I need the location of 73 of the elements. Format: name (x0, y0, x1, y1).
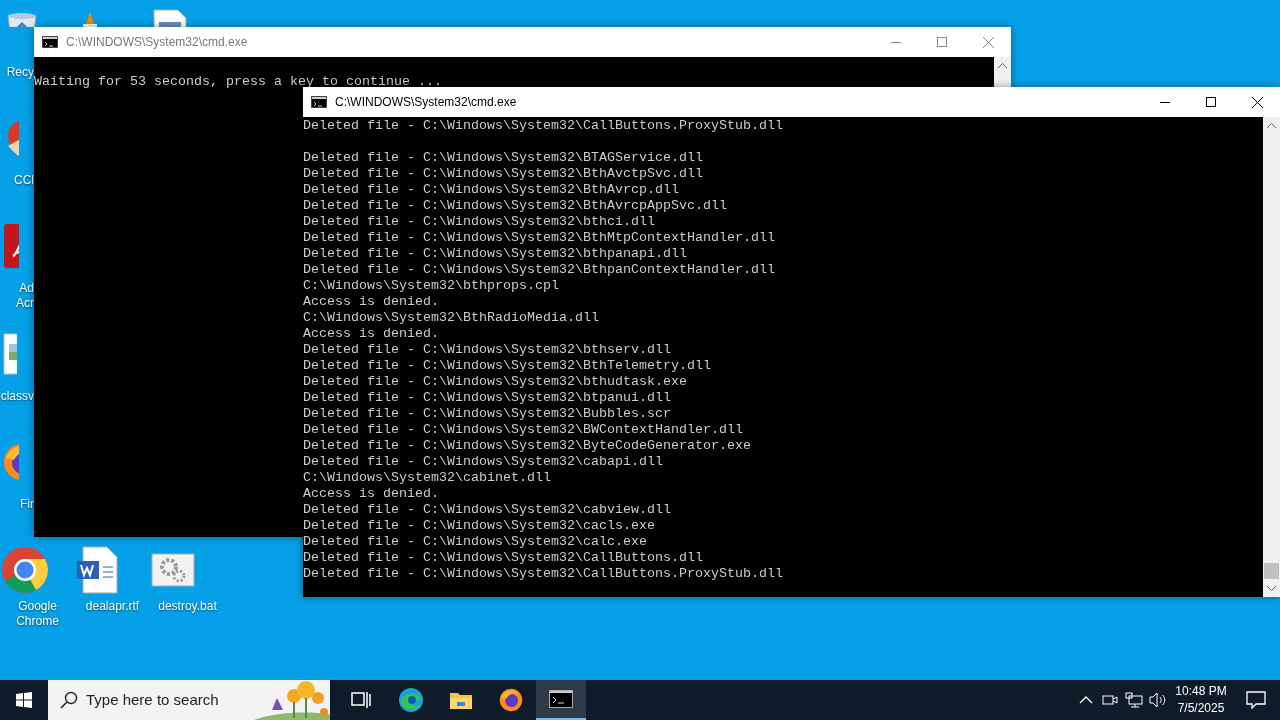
console-icon (42, 36, 58, 48)
close-icon (982, 36, 994, 48)
clock[interactable]: 10:48 PM 7/5/2025 (1170, 680, 1232, 720)
icon-label[interactable]: Recy (0, 65, 34, 80)
time-text: 10:48 PM (1174, 683, 1228, 700)
console-line: Deleted file - C:\Windows\System32\BTAGService.dll (303, 150, 703, 165)
search-icon (60, 691, 78, 709)
console-line: Access is denied. (303, 294, 439, 309)
console-line: Deleted file - C:\Windows\System32\CallButtons.ProxyStub.dll (303, 566, 783, 581)
scroll-up-icon[interactable] (998, 63, 1007, 68)
console-line: Deleted file - C:\Windows\System32\cabapi.dll (303, 454, 663, 469)
console-line: Deleted file - C:\Windows\System32\ByteCodeGenerator.exe (303, 438, 751, 453)
scroll-up-icon[interactable] (1267, 123, 1276, 128)
date-text: 7/5/2025 (1176, 700, 1226, 717)
search-field[interactable]: Type here to search (48, 680, 330, 720)
search-input[interactable]: Type here to search (84, 687, 254, 713)
console-line: C:\Windows\System32\BthRadioMedia.dll (303, 310, 599, 325)
console-line: Deleted file - C:\Windows\System32\BthMtpContextHandler.dll (303, 230, 775, 245)
window-title: C:\WINDOWS\System32\cmd.exe (66, 34, 249, 51)
console-icon (549, 690, 573, 708)
chevron-up-icon[interactable] (1079, 696, 1093, 704)
speech-bubble-icon (1246, 691, 1266, 709)
console-line: Deleted file - C:\Windows\System32\bthci.dll (303, 214, 655, 229)
word-document-icon[interactable] (75, 545, 119, 595)
icon-label[interactable]: CCl (0, 173, 34, 188)
edge-icon (398, 687, 424, 713)
network-icon[interactable] (1125, 692, 1143, 708)
console-line: C:\Windows\System32\bthprops.cpl (303, 278, 559, 293)
windows-logo-icon (16, 692, 32, 708)
camera-icon[interactable] (1102, 692, 1118, 708)
console-line: Deleted file - C:\Windows\System32\BthpanContextHandler.dll (303, 262, 775, 277)
icon-label[interactable]: Google Chrome (0, 599, 75, 629)
console-line: Deleted file - C:\Windows\System32\BthAvrcpAppSvc.dll (303, 198, 727, 213)
firefox-icon (498, 687, 524, 713)
maximize-icon (937, 37, 947, 47)
scroll-down-icon[interactable] (1267, 586, 1276, 591)
console-line: Deleted file - C:\Windows\System32\Bubbles.scr (303, 406, 671, 421)
window-title: C:\WINDOWS\System32\cmd.exe (335, 94, 518, 111)
image-file-icon[interactable] (0, 332, 17, 376)
icon-label[interactable]: dealapr.rtf (85, 599, 140, 614)
console-line: Waiting for 53 seconds, press a key to continue ... (34, 74, 442, 89)
console-line: Deleted file - C:\Windows\System32\CallButtons.dll (303, 550, 703, 565)
console-line: Deleted file - C:\Windows\System32\calc.exe (303, 534, 647, 549)
console-line: Deleted file - C:\Windows\System32\BWContextHandler.dll (303, 422, 743, 437)
icon-label[interactable]: Fir (0, 497, 34, 512)
gears-file-icon[interactable] (150, 550, 196, 590)
console-line: Deleted file - C:\Windows\System32\bthserv.dll (303, 342, 671, 357)
console-line: Deleted file - C:\Windows\System32\BthAvctpSvc.dll (303, 166, 703, 181)
console-line: Access is denied. (303, 326, 439, 341)
console-line: Deleted file - C:\Windows\System32\BthTelemetry.dll (303, 358, 711, 373)
console-line: Deleted file - C:\Windows\System32\BthAvrcp.dll (303, 182, 679, 197)
console-line: Deleted file - C:\Windows\System32\cacls.exe (303, 518, 655, 533)
console-line: Deleted file - C:\Windows\System32\btpanui.dll (303, 390, 671, 405)
console-line: Access is denied. (303, 486, 439, 501)
console-line: Deleted file - C:\Windows\System32\bthudtask.exe (303, 374, 687, 389)
speaker-icon[interactable] (1149, 692, 1167, 708)
maximize-icon (1206, 97, 1216, 107)
document-icon[interactable] (150, 8, 190, 27)
console-line: Deleted file - C:\Windows\System32\CallButtons.ProxyStub.dll (303, 118, 783, 133)
task-view-icon (351, 691, 371, 709)
icon-label[interactable]: classv (0, 389, 34, 404)
icon-label[interactable]: destroy.bat (158, 599, 217, 614)
scrollbar[interactable] (1263, 117, 1280, 597)
console-line: Deleted file - C:\Windows\System32\bthpanapi.dll (303, 246, 687, 261)
console-icon (311, 96, 327, 108)
chrome-icon[interactable] (0, 545, 50, 595)
console-line: C:\Windows\System32\cabinet.dll (303, 470, 551, 485)
icon-label[interactable]: Ad Acr (0, 281, 34, 311)
console-taskbar-button[interactable] (536, 680, 586, 720)
close-icon (1251, 96, 1263, 108)
folder-icon (449, 690, 473, 710)
scroll-thumb[interactable] (1264, 563, 1279, 579)
console-line: Deleted file - C:\Windows\System32\cabview.dll (303, 502, 671, 517)
